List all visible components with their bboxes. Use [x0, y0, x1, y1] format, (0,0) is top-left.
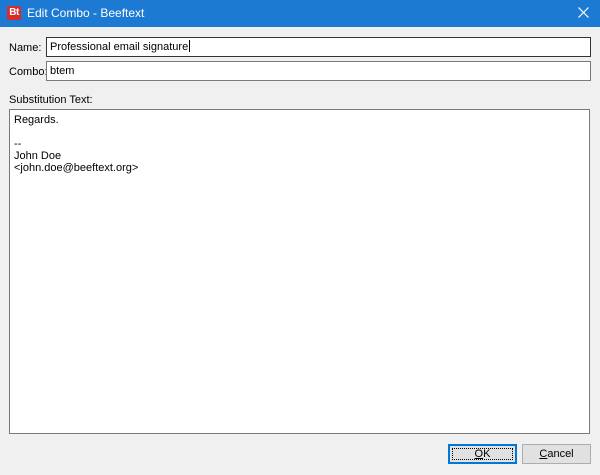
cancel-label-rest: ancel — [547, 448, 574, 460]
substitution-text-line: -- — [14, 138, 22, 150]
substitution-text-line — [14, 126, 585, 138]
ok-mnemonic: O — [474, 448, 484, 460]
name-label: Name: — [9, 42, 42, 54]
name-input[interactable]: Professional email signature — [46, 37, 591, 57]
ok-label-rest: K — [483, 448, 491, 460]
ok-button[interactable]: OK — [448, 444, 517, 464]
beeftext-app-icon: Bt — [7, 6, 21, 20]
window-title: Edit Combo - Beeftext — [27, 6, 145, 20]
cancel-button[interactable]: Cancel — [522, 444, 591, 464]
close-button[interactable] — [568, 0, 600, 27]
close-icon — [578, 7, 589, 18]
name-input-value: Professional email signature — [50, 41, 189, 53]
text-caret — [189, 40, 191, 52]
substitution-text-area[interactable]: Regards. -- John Doe <john.doe@beeftext.… — [9, 109, 590, 434]
combo-input-value: btem — [50, 65, 75, 77]
combo-label: Combo: — [9, 66, 48, 78]
substitution-text-line: Regards. — [14, 114, 59, 126]
edit-combo-dialog: Bt Edit Combo - Beeftext Name: Professio… — [0, 0, 600, 475]
title-bar[interactable]: Bt Edit Combo - Beeftext — [0, 0, 600, 27]
substitution-text-line: John Doe — [14, 150, 62, 162]
combo-input[interactable]: btem — [46, 61, 591, 81]
substitution-text-label: Substitution Text: — [9, 94, 93, 106]
substitution-text-line: <john.doe@beeftext.org> — [14, 162, 139, 174]
